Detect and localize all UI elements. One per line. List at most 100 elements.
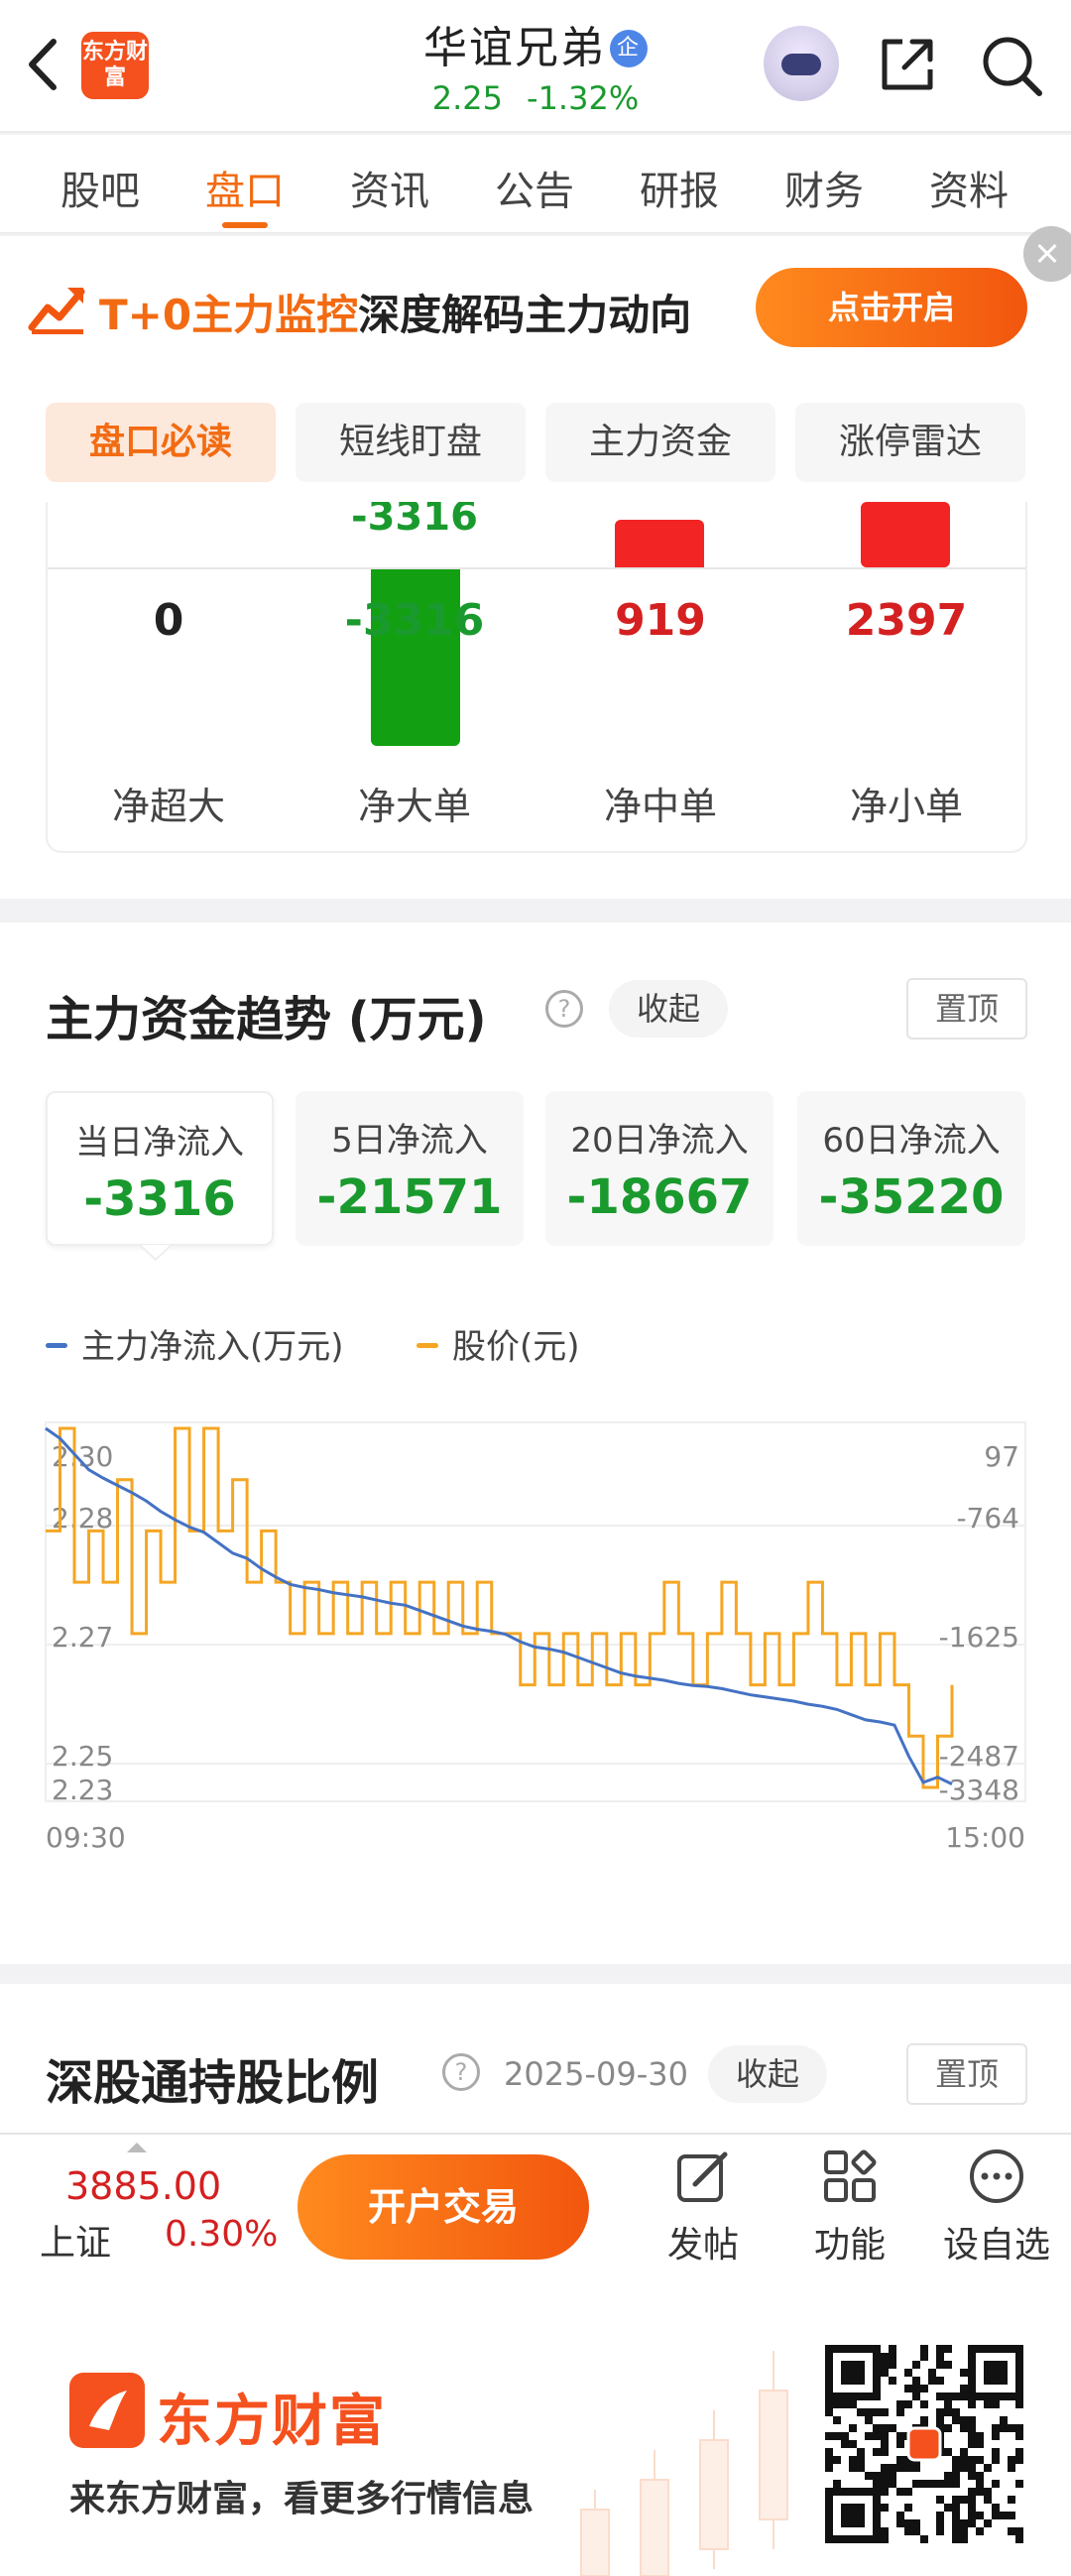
stat-card-20d[interactable]: 20日净流入 -18667 [545,1091,774,1246]
stock-name: 华谊兄弟企 [337,12,734,75]
search-icon[interactable] [976,30,1047,101]
trend-pin-button[interactable]: 置顶 [906,978,1027,1040]
right-axis-tick: -764 [956,1502,1019,1534]
functions-label: 功能 [813,2225,886,2266]
flow-top-label: -3316 [351,502,478,540]
subtab-must-read[interactable]: 盘口必读 [46,403,276,482]
flow-value-medium: 919 [615,595,706,646]
price-line: 2.25 -1.32% [337,79,734,117]
tab-news[interactable]: 资讯 [325,159,454,216]
back-icon[interactable] [18,30,67,99]
flow-label-small: 净小单 [849,785,963,828]
right-axis-tick: -2487 [939,1740,1019,1773]
hk-collapse-button[interactable]: 收起 [708,2045,827,2103]
flow-label-large: 净大单 [357,785,471,828]
stat-card-today[interactable]: 当日净流入 -3316 [46,1091,274,1246]
flow-value-super-large: 0 [153,595,184,646]
index-change[interactable]: 0.30% [165,2214,278,2255]
top-header: 东方财富 华谊兄弟企 2.25 -1.32% [0,0,1071,133]
flow-value-large: -3316 [344,595,485,646]
stat-card-60d[interactable]: 60日净流入 -35220 [797,1091,1025,1246]
tab-pankou[interactable]: 盘口 [180,159,309,228]
subtab-short-term[interactable]: 短线盯盘 [296,403,526,482]
qr-code [825,2345,1023,2543]
net-medium-bar [615,520,704,567]
fund-flow-section: -3316 0 -3316 919 2397 净超大 净大单 净中单 净小单 [0,502,1071,899]
post-button[interactable]: 发帖 [639,2147,768,2268]
app-logo[interactable]: 东方财富 [81,32,149,99]
footer-slogan: 来东方财富，看更多行情信息 [69,2479,535,2519]
stock-title-block: 华谊兄弟企 2.25 -1.32% [337,12,734,117]
fund-flow-card: -3316 0 -3316 919 2397 净超大 净大单 净中单 净小单 [46,502,1027,853]
tab-guba[interactable]: 股吧 [36,159,165,216]
stat-label: 5日净流入 [331,1121,488,1161]
trend-title: 主力资金趋势 (万元) [46,992,487,1047]
flow-baseline [48,567,1025,569]
add-watchlist-button[interactable]: 设自选 [932,2147,1061,2268]
share-icon[interactable] [873,30,942,99]
trend-line-chart[interactable]: 2.302.282.272.252.2397-764-1625-2487-334… [0,1379,1071,1895]
footer-ad[interactable]: 东方财富 来东方财富，看更多行情信息 [0,2311,1071,2576]
index-name[interactable]: 上证 [40,2214,111,2266]
brand-logo-icon [69,2373,145,2448]
chart-frame [45,1421,1026,1802]
stat-label: 当日净流入 [75,1123,244,1163]
stat-value: -35220 [818,1169,1005,1225]
net-small-bar [861,502,950,567]
tab-announcements[interactable]: 公告 [470,159,599,216]
stat-card-5d[interactable]: 5日净流入 -21571 [296,1091,524,1246]
right-axis-tick: 97 [984,1440,1019,1473]
edit-icon [677,2151,728,2202]
x-axis-start: 09:30 [46,1821,126,1854]
help-icon[interactable]: ? [442,2053,480,2091]
ai-assistant-icon[interactable] [764,26,839,101]
main-fund-trend-section: 主力资金趋势 (万元) ? 收起 置顶 当日净流入 -3316 5日净流入 -2… [0,922,1071,1964]
right-axis-tick: -3348 [939,1774,1019,1806]
right-axis-tick: -1625 [939,1621,1019,1654]
price-series-line [46,1426,954,1789]
tab-finance[interactable]: 财务 [760,159,889,216]
subtab-limit-up-radar[interactable]: 涨停雷达 [795,403,1025,482]
functions-button[interactable]: 功能 [785,2147,914,2268]
left-axis-tick: 2.23 [52,1774,113,1806]
banner-text: T+0主力监控深度解码主力动向 [99,291,692,339]
legend-net-inflow: 主力净流入(万元) [46,1319,344,1368]
more-circle-icon [970,2149,1023,2203]
main-tabs: 股吧 盘口 资讯 公告 研报 财务 资料 [0,135,1071,234]
expand-caret-icon[interactable] [127,2143,147,2152]
net-inflow-series-line [45,1426,953,1785]
hk-hold-date: 2025-09-30 [504,2055,688,2093]
open-account-trade-button[interactable]: 开户交易 [298,2154,589,2260]
stat-value: -18667 [566,1169,753,1225]
sz-connect-holding-section: 深股通持股比例 ? 2025-09-30 收起 置顶 [0,1984,1071,2133]
sub-tabs: 盘口必读 短线盯盘 主力资金 涨停雷达 [0,385,1071,502]
trend-up-icon [28,288,85,334]
left-axis-tick: 2.27 [52,1621,113,1654]
current-price: 2.25 [431,79,504,117]
banner-open-button[interactable]: 点击开启 [756,268,1027,347]
flow-label-medium: 净中单 [603,785,717,828]
x-axis-end: 15:00 [945,1821,1025,1854]
flow-value-small: 2397 [845,595,968,646]
stat-value: -3316 [83,1171,236,1227]
subtab-main-funds[interactable]: 主力资金 [545,403,775,482]
hk-pin-button[interactable]: 置顶 [906,2043,1027,2105]
stat-label: 60日净流入 [822,1121,1001,1161]
help-icon[interactable]: ? [545,990,583,1028]
active-pointer [139,1244,173,1262]
tab-profile[interactable]: 资料 [904,159,1033,216]
index-value[interactable]: 3885.00 [65,2164,221,2208]
stat-label: 20日净流入 [570,1121,749,1161]
grid-icon [824,2149,877,2202]
stat-value: -21571 [316,1169,503,1225]
change-percent: -1.32% [527,79,640,117]
tab-research[interactable]: 研报 [615,159,744,216]
bottom-action-bar: 3885.00 上证 0.30% 开户交易 发帖 功能 设自选 [0,2133,1071,2311]
flow-label-super-large: 净超大 [111,785,225,828]
legend-price: 股价(元) [416,1319,580,1368]
hk-hold-title: 深股通持股比例 [46,2055,380,2111]
enterprise-badge: 企 [610,30,648,67]
trend-collapse-button[interactable]: 收起 [609,980,728,1038]
left-axis-tick: 2.25 [52,1740,113,1773]
close-icon[interactable] [1023,226,1071,282]
